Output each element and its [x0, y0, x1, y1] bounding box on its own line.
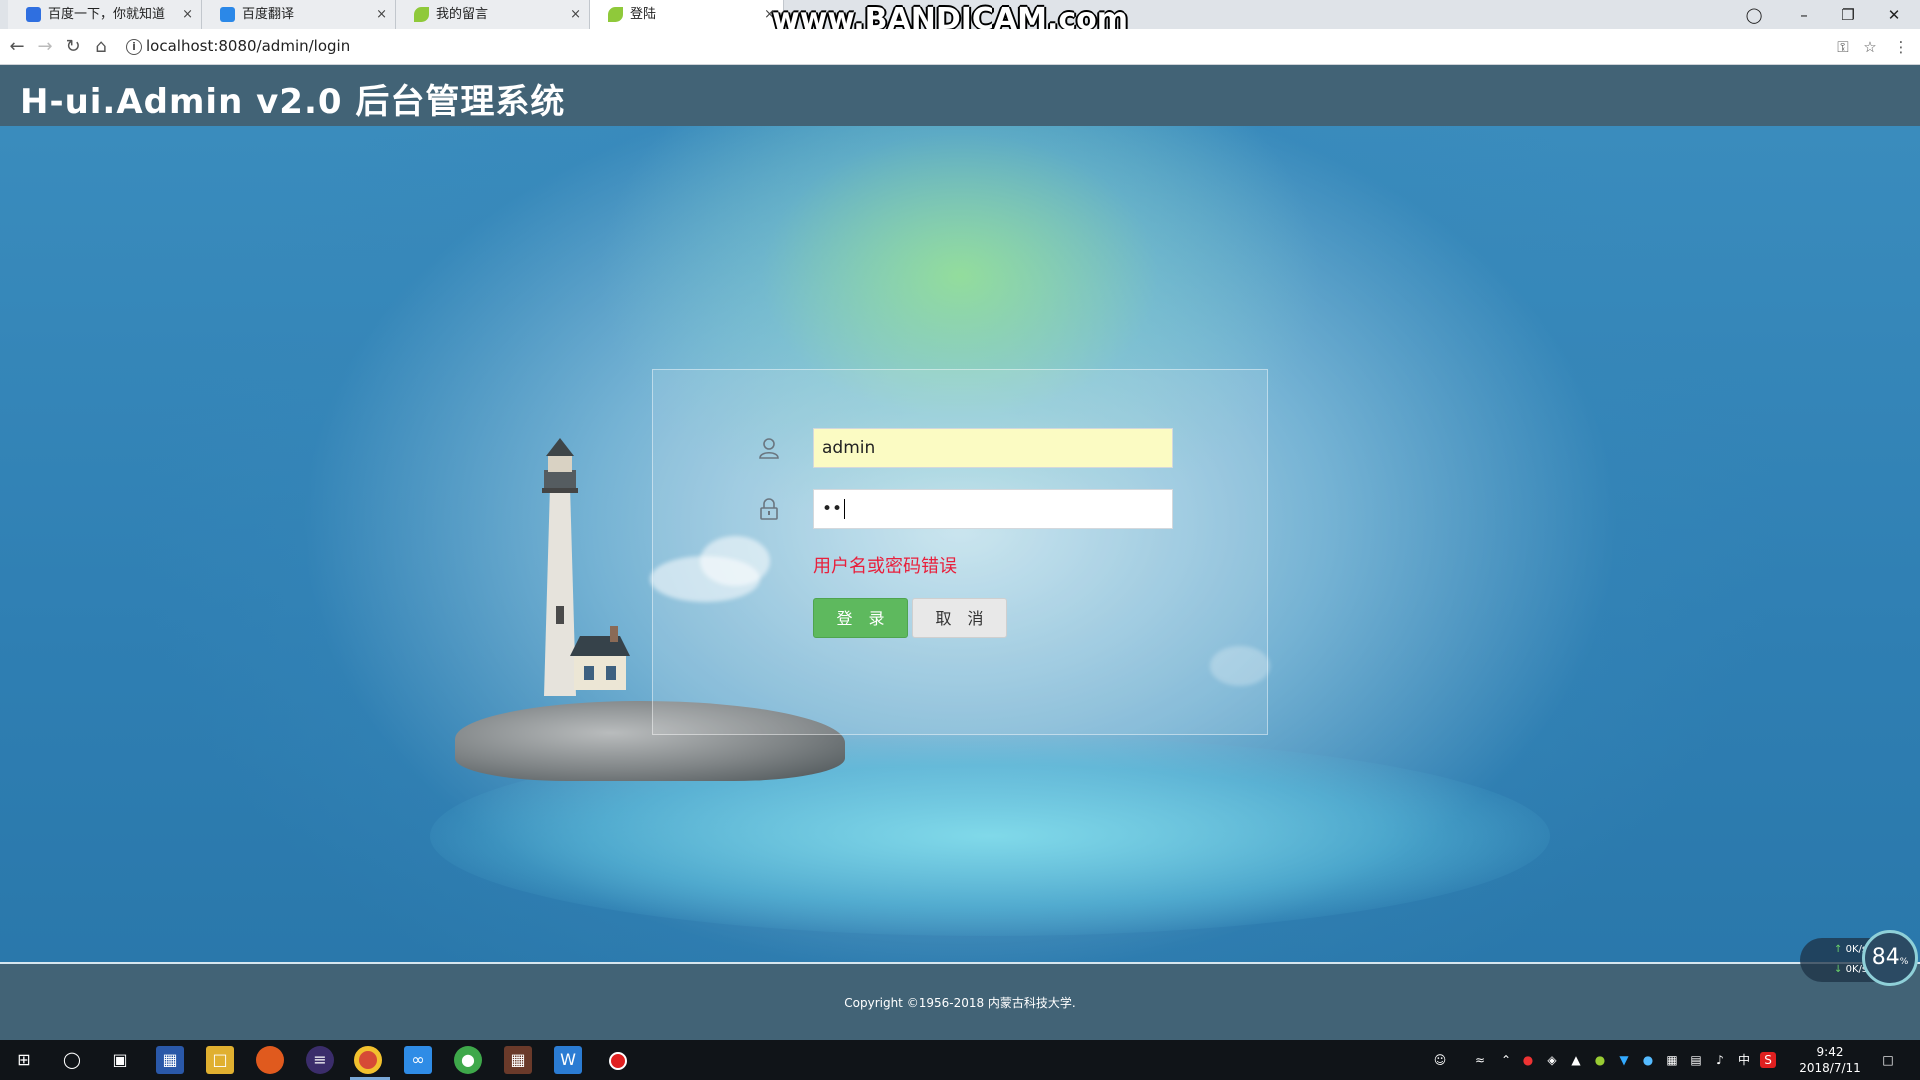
windows-taskbar: ⊞ ◯ ▣ ▦ □ ≡ ∞ ● ▦ W ☺ ≈ ⌃ ● ◈ ▲ ● ▼ ● ▦ …	[0, 1040, 1920, 1080]
tab-close-icon[interactable]: ×	[570, 0, 581, 29]
baidu-netdisk-icon[interactable]: ∞	[404, 1046, 432, 1074]
key-icon[interactable]: ⚿	[1832, 36, 1854, 58]
ime-indicator[interactable]: 中	[1736, 1052, 1752, 1068]
task-view-icon[interactable]: ▣	[106, 1046, 134, 1074]
word-icon[interactable]: W	[554, 1046, 582, 1074]
bandicam-record-icon[interactable]	[604, 1046, 632, 1074]
url-field[interactable]: i localhost:8080/admin/login	[122, 34, 1842, 61]
profile-icon[interactable]: ◯	[1732, 2, 1776, 28]
tab-title: 百度翻译	[242, 7, 295, 22]
clock-date: 2018/7/11	[1799, 1061, 1861, 1075]
restore-icon[interactable]: ❐	[1826, 2, 1870, 28]
taskbar-clock[interactable]: 9:42 2018/7/11	[1780, 1044, 1880, 1076]
username-input[interactable]: admin	[813, 428, 1173, 468]
login-button[interactable]: 登录	[813, 598, 908, 638]
minimize-icon[interactable]: –	[1782, 2, 1826, 28]
lock-icon	[760, 498, 778, 520]
browser-app-icon[interactable]: ●	[454, 1046, 482, 1074]
tray-expand-icon[interactable]: ⌃	[1498, 1052, 1514, 1068]
volume-icon[interactable]: ♪	[1712, 1052, 1728, 1068]
leaf-favicon-icon	[608, 7, 623, 22]
notification-icon[interactable]: □	[1880, 1052, 1896, 1068]
page-footer: Copyright ©1956-2018 内蒙古科技大学.	[0, 964, 1920, 1040]
url-text[interactable]: localhost:8080/admin/login	[146, 37, 350, 55]
reload-icon[interactable]: ↻	[60, 33, 86, 61]
upload-arrow-icon: ↑	[1834, 944, 1843, 955]
leaf-favicon-icon	[414, 7, 429, 22]
wifi-icon[interactable]: ≈	[1472, 1052, 1488, 1068]
tray-app-icon[interactable]: ▦	[1664, 1052, 1680, 1068]
tray-app-icon[interactable]: ◈	[1544, 1052, 1560, 1068]
download-arrow-icon: ↓	[1834, 964, 1843, 975]
password-input[interactable]: ••	[813, 489, 1173, 529]
people-icon[interactable]: ☺	[1432, 1052, 1448, 1068]
page-header: H-ui.Admin v2.0 后台管理系统	[0, 65, 1920, 126]
browser-tab-baidu-translate[interactable]: 百度翻译 ×	[202, 0, 396, 29]
tray-app-icon[interactable]: ●	[1592, 1052, 1608, 1068]
tab-title: 我的留言	[436, 7, 489, 22]
login-panel: admin •• 用户名或密码错误 登录 取消	[652, 369, 1268, 735]
windows-start-icon[interactable]: ⊞	[10, 1046, 38, 1074]
tab-close-icon[interactable]: ×	[376, 0, 387, 29]
app-icon[interactable]: ▦	[156, 1046, 184, 1074]
tray-app-icon[interactable]: ●	[1640, 1052, 1656, 1068]
chrome-icon[interactable]	[354, 1046, 382, 1074]
browser-tab-my-messages[interactable]: 我的留言 ×	[396, 0, 590, 29]
network-icon[interactable]: ▤	[1688, 1052, 1704, 1068]
tab-close-icon[interactable]: ×	[182, 0, 193, 29]
qq-icon[interactable]: ●	[1520, 1052, 1536, 1068]
menu-icon[interactable]: ⋮	[1890, 36, 1912, 58]
baidu-favicon-icon	[26, 7, 41, 22]
user-icon	[759, 438, 779, 459]
tab-title: 登陆	[630, 7, 657, 22]
tray-app-icon[interactable]: ▲	[1568, 1052, 1584, 1068]
memory-usage-gauge[interactable]: 84%	[1862, 930, 1918, 986]
browser-tab-baidu[interactable]: 百度一下，你就知道 ×	[8, 0, 202, 29]
browser-address-bar: ← → ↻ ⌂ i localhost:8080/admin/login ⚿ ☆…	[0, 29, 1920, 65]
shield-icon[interactable]: ▼	[1616, 1052, 1632, 1068]
search-icon[interactable]: ◯	[58, 1046, 86, 1074]
file-explorer-icon[interactable]: □	[206, 1046, 234, 1074]
back-icon[interactable]: ←	[4, 33, 30, 61]
copyright-text: Copyright ©1956-2018 内蒙古科技大学.	[844, 996, 1076, 1010]
password-mask: ••	[822, 499, 843, 519]
text-caret	[844, 499, 846, 519]
eclipse-icon[interactable]: ≡	[306, 1046, 334, 1074]
star-icon[interactable]: ☆	[1859, 36, 1881, 58]
firefox-icon[interactable]	[256, 1046, 284, 1074]
browser-tab-login[interactable]: 登陆 ×	[590, 0, 784, 29]
forward-icon[interactable]: →	[32, 33, 58, 61]
info-icon[interactable]: i	[126, 39, 142, 55]
page-title: H-ui.Admin v2.0 后台管理系统	[20, 82, 566, 122]
cancel-button[interactable]: 取消	[912, 598, 1007, 638]
translate-favicon-icon	[220, 7, 235, 22]
browser-tab-strip: 百度一下，你就知道 × 百度翻译 × 我的留言 × 登陆 × www.BANDI…	[0, 0, 1920, 37]
lighthouse-illustration	[542, 438, 630, 696]
close-window-icon[interactable]: ✕	[1872, 2, 1916, 28]
app-icon[interactable]: ▦	[504, 1046, 532, 1074]
tab-title: 百度一下，你就知道	[48, 7, 166, 22]
login-error-message: 用户名或密码错误	[813, 556, 957, 577]
clock-time: 9:42	[1816, 1045, 1844, 1059]
home-icon[interactable]: ⌂	[88, 33, 114, 61]
sogou-input-icon[interactable]: S	[1760, 1052, 1776, 1068]
